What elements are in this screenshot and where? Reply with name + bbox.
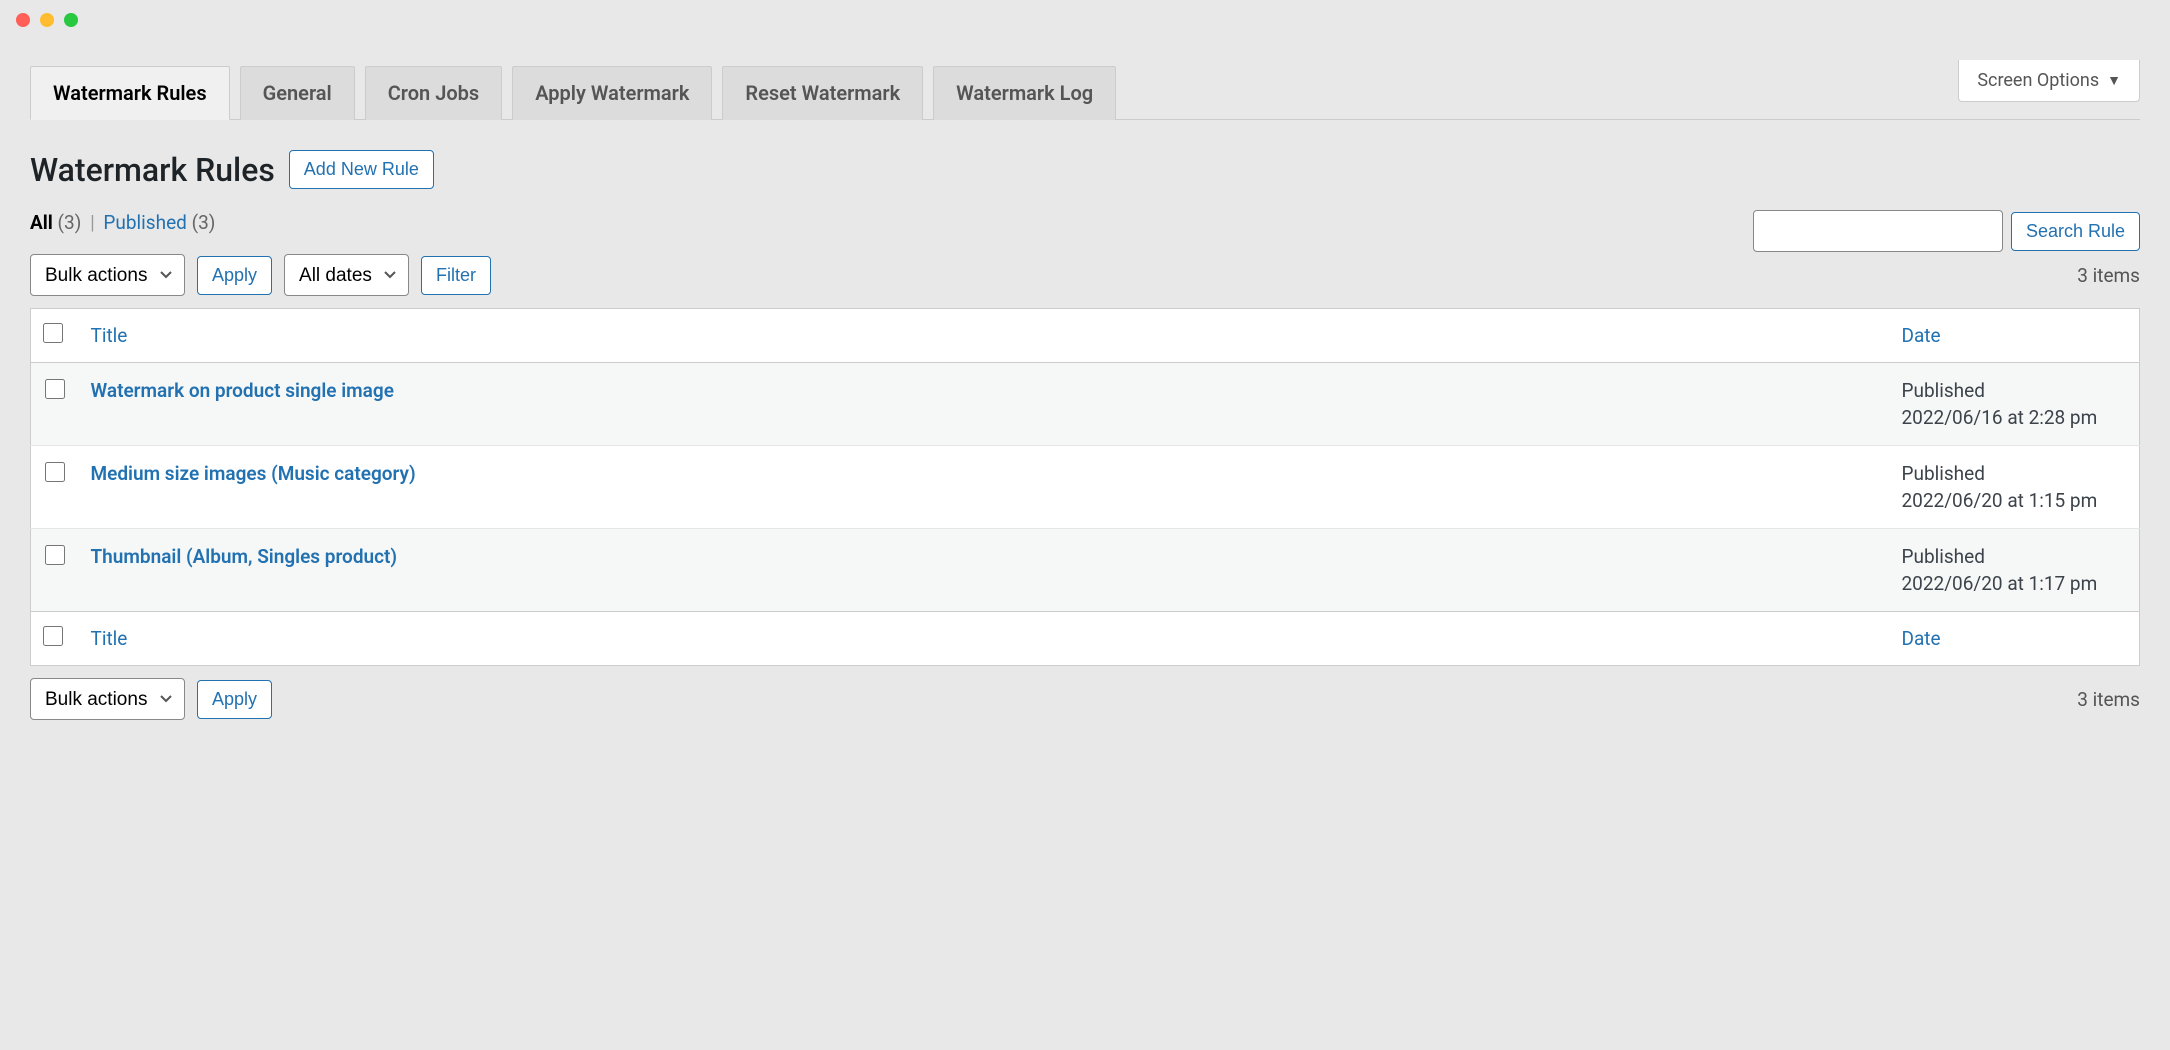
filter-all-count: (3) bbox=[58, 211, 82, 234]
page-content: Screen Options ▼ Watermark Rules General… bbox=[0, 65, 2170, 750]
filter-published-count: (3) bbox=[192, 211, 216, 234]
caret-down-icon: ▼ bbox=[2107, 72, 2121, 89]
tab-cron-jobs[interactable]: Cron Jobs bbox=[365, 66, 502, 120]
row-date-cell: Published 2022/06/16 at 2:28 pm bbox=[1890, 363, 2140, 446]
bulk-actions-select-top[interactable]: Bulk actions bbox=[30, 254, 185, 296]
table-row: Watermark on product single image Publis… bbox=[31, 363, 2140, 446]
row-date: 2022/06/20 at 1:15 pm bbox=[1902, 489, 2128, 512]
minimize-window-icon[interactable] bbox=[40, 13, 54, 27]
column-title-sort-link-footer[interactable]: Title bbox=[91, 627, 128, 650]
apply-bulk-button-bottom[interactable]: Apply bbox=[197, 680, 272, 719]
filter-all-label[interactable]: All bbox=[30, 211, 53, 234]
row-checkbox[interactable] bbox=[45, 379, 65, 399]
add-new-rule-button[interactable]: Add New Rule bbox=[289, 150, 434, 189]
tab-apply-watermark[interactable]: Apply Watermark bbox=[512, 66, 712, 120]
search-input[interactable] bbox=[1753, 210, 2003, 252]
select-all-checkbox-top[interactable] bbox=[43, 323, 63, 343]
page-header: Watermark Rules Add New Rule bbox=[30, 150, 2140, 189]
column-title-sort-link[interactable]: Title bbox=[91, 324, 128, 347]
column-date-footer: Date bbox=[1890, 612, 2140, 666]
items-count-top: 3 items bbox=[2077, 264, 2140, 287]
bulk-actions-select-bottom[interactable]: Bulk actions bbox=[30, 678, 185, 720]
tablenav-top-left: Bulk actions Apply All dates Filter bbox=[30, 254, 491, 296]
app-window: Screen Options ▼ Watermark Rules General… bbox=[0, 0, 2170, 750]
column-title-footer: Title bbox=[79, 612, 1890, 666]
maximize-window-icon[interactable] bbox=[64, 13, 78, 27]
apply-bulk-button-top[interactable]: Apply bbox=[197, 256, 272, 295]
page-title: Watermark Rules bbox=[30, 151, 275, 189]
screen-options-label: Screen Options bbox=[1977, 70, 2099, 91]
rules-table: Title Date Watermark on product single i… bbox=[30, 308, 2140, 666]
table-footer-row: Title Date bbox=[31, 612, 2140, 666]
row-status: Published bbox=[1902, 545, 2128, 568]
row-date: 2022/06/16 at 2:28 pm bbox=[1902, 406, 2128, 429]
row-checkbox-cell bbox=[31, 363, 79, 446]
select-all-header-top bbox=[31, 309, 79, 363]
table-row: Thumbnail (Album, Singles product) Publi… bbox=[31, 529, 2140, 612]
select-all-footer bbox=[31, 612, 79, 666]
filter-button[interactable]: Filter bbox=[421, 256, 491, 295]
tab-watermark-log[interactable]: Watermark Log bbox=[933, 66, 1116, 120]
row-status: Published bbox=[1902, 379, 2128, 402]
rule-title-link[interactable]: Medium size images (Music category) bbox=[91, 462, 416, 485]
tab-general[interactable]: General bbox=[240, 66, 355, 120]
screen-options-toggle[interactable]: Screen Options ▼ bbox=[1958, 60, 2140, 102]
row-checkbox-cell bbox=[31, 529, 79, 612]
row-date-cell: Published 2022/06/20 at 1:17 pm bbox=[1890, 529, 2140, 612]
row-checkbox[interactable] bbox=[45, 462, 65, 482]
table-header-row: Title Date bbox=[31, 309, 2140, 363]
column-title-header-top: Title bbox=[79, 309, 1890, 363]
column-date-header-top: Date bbox=[1890, 309, 2140, 363]
filter-separator: | bbox=[90, 211, 95, 234]
row-title-cell: Medium size images (Music category) bbox=[79, 446, 1890, 529]
tablenav-top: Bulk actions Apply All dates Filter 3 it… bbox=[30, 254, 2140, 296]
column-date-sort-link[interactable]: Date bbox=[1902, 324, 1941, 347]
row-checkbox-cell bbox=[31, 446, 79, 529]
tablenav-bottom-left: Bulk actions Apply bbox=[30, 678, 272, 720]
row-checkbox[interactable] bbox=[45, 545, 65, 565]
select-all-checkbox-bottom[interactable] bbox=[43, 626, 63, 646]
tab-bar: Watermark Rules General Cron Jobs Apply … bbox=[30, 65, 2140, 120]
search-row: Search Rule bbox=[1753, 210, 2140, 252]
rule-title-link[interactable]: Thumbnail (Album, Singles product) bbox=[91, 545, 398, 568]
tablenav-bottom: Bulk actions Apply 3 items bbox=[30, 678, 2140, 720]
filter-published-link[interactable]: Published bbox=[103, 211, 186, 234]
search-rule-button[interactable]: Search Rule bbox=[2011, 212, 2140, 251]
tab-reset-watermark[interactable]: Reset Watermark bbox=[722, 66, 923, 120]
items-count-bottom: 3 items bbox=[2077, 688, 2140, 711]
close-window-icon[interactable] bbox=[16, 13, 30, 27]
column-date-sort-link-footer[interactable]: Date bbox=[1902, 627, 1941, 650]
window-titlebar bbox=[0, 0, 2170, 40]
table-row: Medium size images (Music category) Publ… bbox=[31, 446, 2140, 529]
row-date-cell: Published 2022/06/20 at 1:15 pm bbox=[1890, 446, 2140, 529]
rule-title-link[interactable]: Watermark on product single image bbox=[91, 379, 394, 402]
date-filter-select[interactable]: All dates bbox=[284, 254, 409, 296]
row-title-cell: Thumbnail (Album, Singles product) bbox=[79, 529, 1890, 612]
row-date: 2022/06/20 at 1:17 pm bbox=[1902, 572, 2128, 595]
row-status: Published bbox=[1902, 462, 2128, 485]
row-title-cell: Watermark on product single image bbox=[79, 363, 1890, 446]
tab-watermark-rules[interactable]: Watermark Rules bbox=[30, 66, 230, 120]
